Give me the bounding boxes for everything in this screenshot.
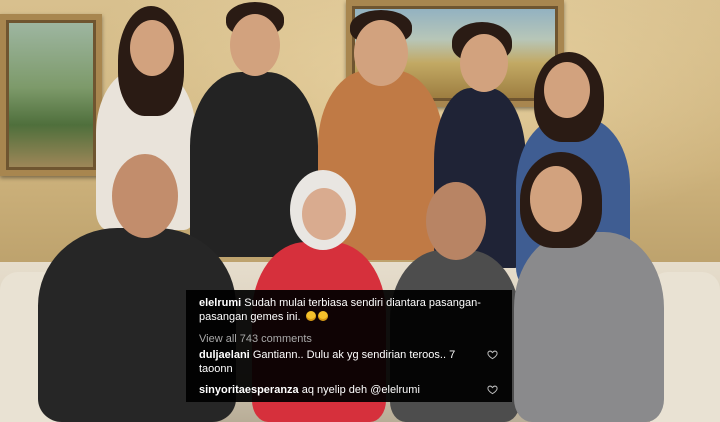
person-face-2	[230, 14, 280, 76]
comment-username[interactable]: sinyoritaesperanza	[199, 384, 299, 396]
heart-outline-icon[interactable]	[487, 384, 498, 395]
person-face-8	[426, 182, 486, 260]
person-face-4	[460, 34, 508, 92]
caption-comment: elelrumi Sudah mulai terbiasa sendiri di…	[199, 296, 504, 324]
view-all-comments-link[interactable]: View all 743 comments	[199, 332, 504, 346]
comment-text: aq nyelip deh @elelrumi	[301, 384, 420, 396]
comment-username[interactable]: duljaelani	[199, 349, 250, 361]
wall-painting-left	[0, 14, 102, 176]
photo-post: elelrumi Sudah mulai terbiasa sendiri di…	[0, 0, 720, 422]
person-face-3	[354, 20, 408, 86]
smiling-emoji-icon	[317, 311, 328, 321]
caption-text: Sudah mulai terbiasa sendiri diantara pa…	[199, 297, 481, 323]
person-face-5	[544, 62, 590, 118]
comment-item: sinyoritaesperanza aq nyelip deh @elelru…	[199, 383, 484, 397]
smiling-emoji-icon	[305, 311, 316, 321]
heart-outline-icon[interactable]	[487, 349, 498, 360]
person-face-1	[130, 20, 174, 76]
person-seated-4	[514, 232, 664, 422]
comment-overlay: elelrumi Sudah mulai terbiasa sendiri di…	[186, 290, 512, 402]
comment-text: Gantiann.. Dulu ak yg sendirian teroos..…	[252, 349, 456, 361]
person-face-6	[112, 154, 178, 238]
person-face-7	[302, 188, 346, 240]
person-face-9	[530, 166, 582, 232]
comment-item: duljaelani Gantiann.. Dulu ak yg sendiri…	[199, 348, 484, 376]
caption-username[interactable]: elelrumi	[199, 297, 241, 309]
comment-text-continued: taoonn	[199, 363, 233, 375]
